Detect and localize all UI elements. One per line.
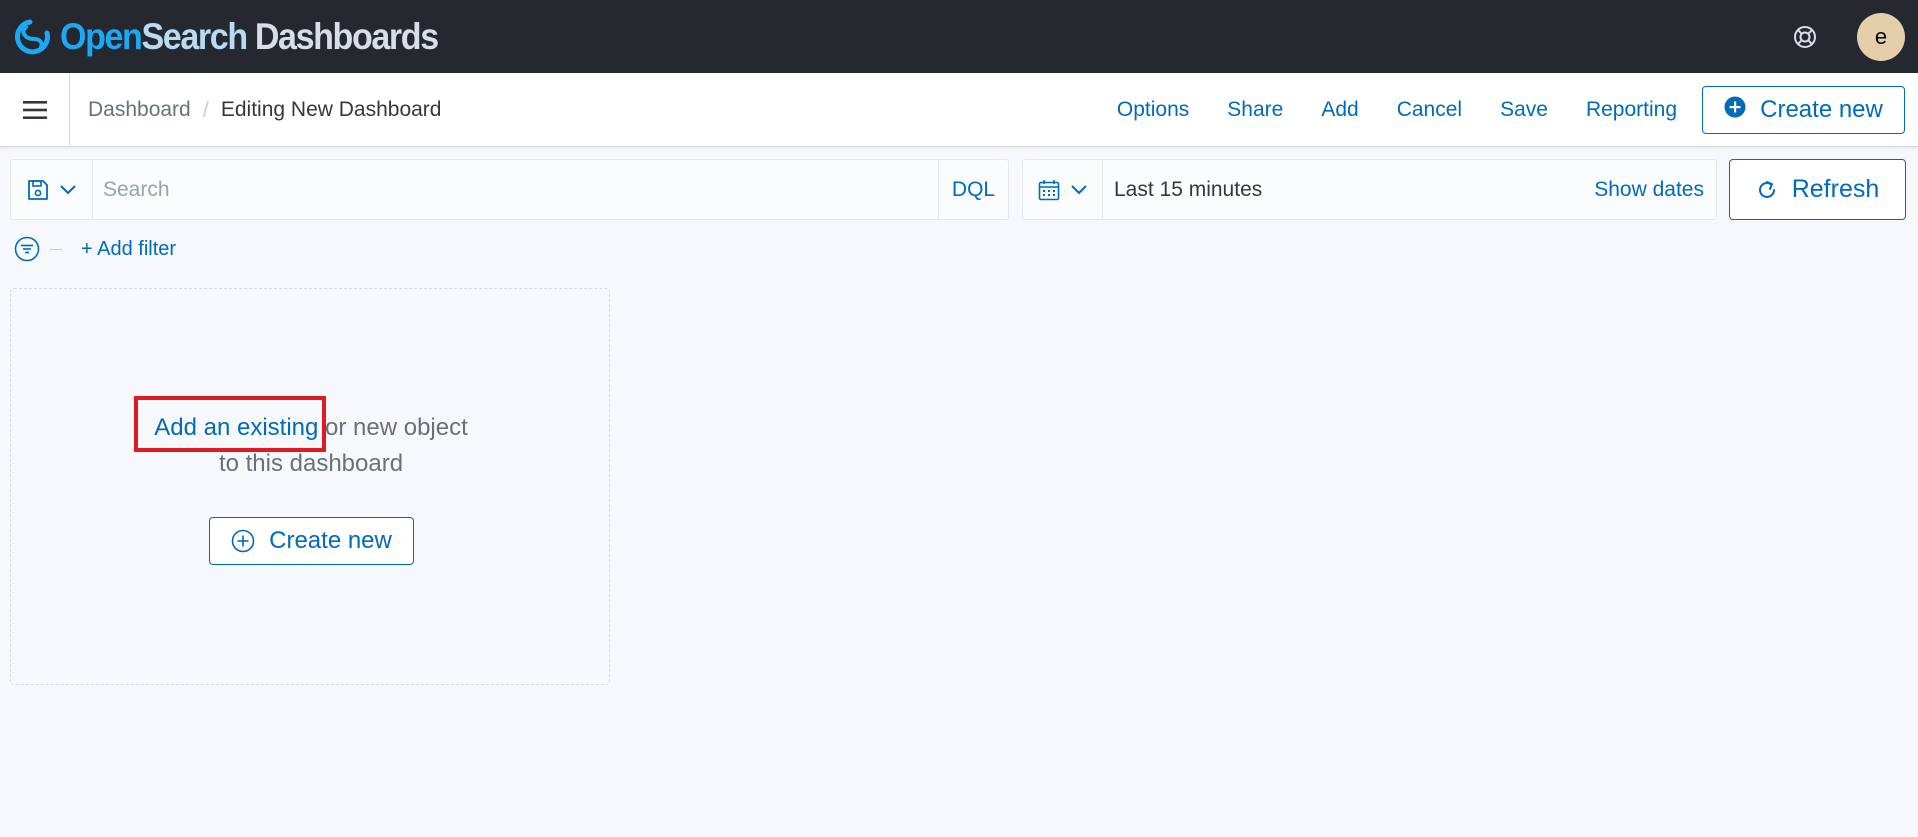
breadcrumb-separator: /	[202, 96, 209, 122]
options-menu-item[interactable]: Options	[1117, 98, 1189, 122]
save-disk-icon	[27, 179, 48, 200]
refresh-icon	[1758, 180, 1775, 198]
calendar-icon	[1038, 179, 1059, 200]
search-input[interactable]	[93, 160, 938, 219]
filter-divider	[50, 248, 62, 250]
filter-bar: + Add filter	[14, 236, 176, 262]
time-range-value[interactable]: Last 15 minutes	[1103, 160, 1594, 219]
share-menu-item[interactable]: Share	[1227, 98, 1283, 122]
empty-message-rest: or new object	[318, 414, 468, 441]
show-dates-button[interactable]: Show dates	[1594, 160, 1716, 219]
opensearch-logo[interactable]: OpenSearch Dashboards	[14, 0, 471, 73]
refresh-label: Refresh	[1791, 175, 1880, 203]
create-new-panel-label: Create new	[269, 527, 392, 554]
breadcrumb-dashboard-link[interactable]: Dashboard	[88, 98, 191, 122]
create-new-panel-button[interactable]: Create new	[209, 517, 414, 565]
chevron-down-icon	[59, 184, 76, 194]
refresh-button[interactable]: Refresh	[1729, 159, 1906, 220]
add-filter-button[interactable]: + Add filter	[81, 238, 176, 261]
add-menu-item[interactable]: Add	[1321, 98, 1358, 122]
chevron-down-icon	[1070, 184, 1087, 194]
quick-time-menu-button[interactable]	[1023, 160, 1103, 219]
app-bar: Dashboard / Editing New Dashboard Option…	[0, 72, 1918, 147]
create-new-button[interactable]: Create new	[1702, 86, 1905, 134]
empty-message-line2: to this dashboard	[218, 450, 404, 477]
empty-dashboard-panel: Add an existing or new object to this da…	[10, 288, 610, 685]
saved-query-menu-button[interactable]	[11, 160, 93, 219]
query-search-group: DQL	[10, 159, 1009, 220]
create-new-label: Create new	[1760, 96, 1883, 123]
plus-in-circle-icon	[231, 529, 255, 553]
reporting-menu-item[interactable]: Reporting	[1586, 98, 1677, 122]
top-header: OpenSearch Dashboards e	[0, 0, 1918, 73]
time-picker: Last 15 minutes Show dates	[1022, 159, 1717, 220]
help-lifebuoy-icon[interactable]	[1791, 23, 1819, 51]
logo-text: OpenSearch Dashboards	[60, 15, 439, 57]
add-existing-link[interactable]: Add an existing	[154, 414, 318, 441]
breadcrumb-current: Editing New Dashboard	[220, 97, 442, 121]
save-menu-item[interactable]: Save	[1500, 98, 1548, 122]
hamburger-menu-button[interactable]	[0, 72, 70, 147]
opensearch-logo-icon	[15, 19, 50, 54]
empty-dashboard-message: Add an existing or new object to this da…	[11, 410, 611, 482]
user-avatar[interactable]: e	[1857, 12, 1905, 61]
plus-in-circle-filled-icon	[1724, 96, 1746, 125]
filter-options-icon[interactable]	[14, 236, 40, 262]
query-language-button[interactable]: DQL	[938, 160, 1008, 219]
cancel-menu-item[interactable]: Cancel	[1397, 98, 1462, 122]
hamburger-icon	[22, 100, 47, 119]
top-nav-menu: Options Share Add Cancel Save Reporting …	[1117, 73, 1918, 147]
header-actions: e	[1791, 0, 1918, 73]
breadcrumb: Dashboard / Editing New Dashboard	[88, 97, 441, 123]
